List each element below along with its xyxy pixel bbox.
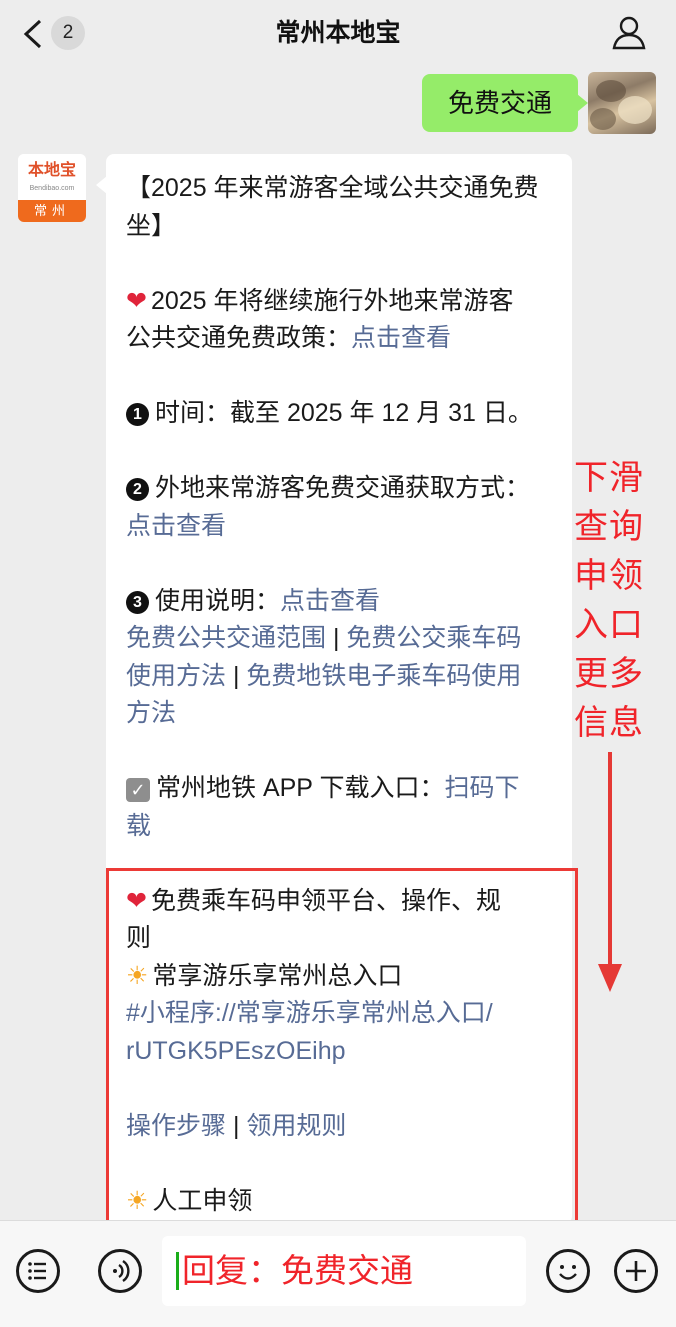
number-three-icon: 3 [126,590,149,614]
metro-app-paragraph: ✓ 常州地铁 APP 下载入口：扫码下载 [126,774,520,840]
number-one-icon: 1 [126,403,149,426]
usage-paragraph: 3 使用说明：点击查看 免费公共交通范围 | 免费公交乘车码 使用方法 | 免费地铁电… [126,586,522,727]
smile-icon [559,1265,577,1280]
input-toolbar: 回复：免费交通 [0,1220,676,1327]
page-title: 常州本地宝 [275,19,401,47]
bot-city-label: 常州 [18,200,86,222]
message-input[interactable]: 回复：免费交通 [162,1236,526,1306]
chat-area[interactable]: 免费交通 本地宝 Bendibao.com 常州 【2025 年来常游客全域公共… [0,68,676,1220]
bot-logo: 本地宝 Bendibao.com [18,154,86,200]
usage-link[interactable]: 点击查看 [280,587,380,615]
heart-icon: ❤ [126,286,147,315]
chat-header: 2 常州本地宝 [0,0,676,68]
profile-icon[interactable] [610,14,648,52]
message-input-text: 回复：免费交通 [182,1252,413,1289]
list-icon [28,1262,46,1280]
bot-logo-subtext: Bendibao.com [29,185,75,192]
more-button[interactable] [614,1249,658,1293]
plus-icon [626,1261,646,1281]
annotation-text: 下滑 查询 申领 入口 更多 信息 [574,459,644,742]
user-avatar[interactable] [588,72,656,134]
menu-button[interactable] [16,1249,60,1293]
down-arrow-icon [598,964,622,992]
text-caret [176,1252,179,1290]
policy-paragraph: ❤ 2025 年将继续施行外地来常游客 公共交通免费政策：点击查看 [126,286,514,353]
emoji-button[interactable] [546,1249,590,1293]
voice-button[interactable] [98,1249,142,1293]
voice-icon [113,1260,130,1282]
time-paragraph: 1 时间：截至 2025 年 12 月 31 日。 [126,395,558,433]
number-two-icon: 2 [126,478,149,501]
highlight-annotation-box [106,868,578,1220]
bot-logo-text: 本地宝 [27,162,76,179]
down-arrow-line [608,752,612,968]
obtain-paragraph: 2 外地来常游客免费交通获取方式： 点击查看 [126,474,531,540]
range-link[interactable]: 免费公共交通范围 [126,624,326,652]
obtain-link[interactable]: 点击查看 [126,512,226,540]
bot-avatar[interactable]: 本地宝 Bendibao.com 常州 [18,154,86,222]
policy-link[interactable]: 点击查看 [351,324,451,352]
checkbox-icon: ✓ [126,778,150,802]
message-title: 【2025 年来常游客全域公共交通免费 坐】 [126,174,539,240]
outgoing-message-bubble[interactable]: 免费交通 [421,74,589,132]
